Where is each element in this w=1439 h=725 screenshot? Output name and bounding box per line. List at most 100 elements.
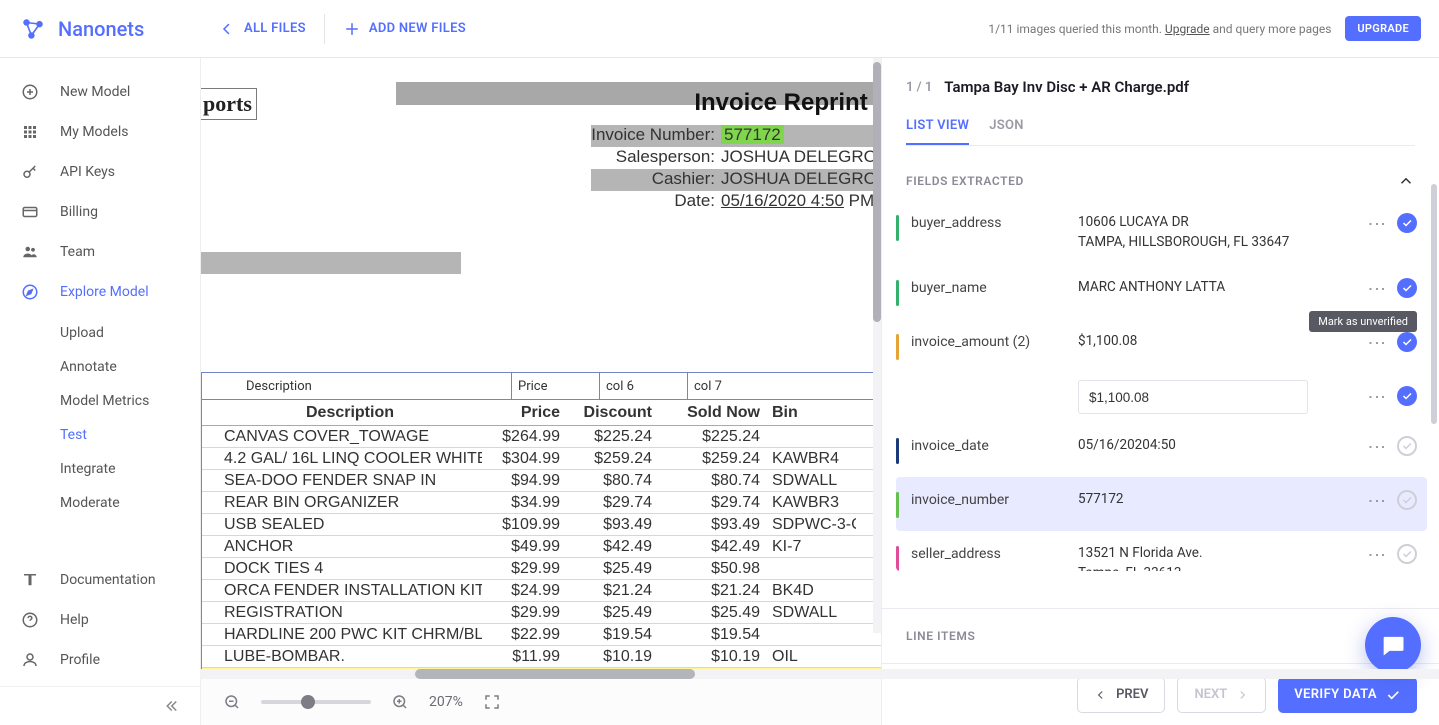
chat-widget-button[interactable] bbox=[1365, 617, 1421, 673]
sidebar-item-billing[interactable]: Billing bbox=[0, 192, 200, 232]
field-menu-button[interactable]: ⋮ bbox=[1369, 546, 1383, 563]
next-label: NEXT bbox=[1194, 687, 1227, 702]
field-invoice-amount-2[interactable]: ⋮ bbox=[896, 373, 1427, 423]
document-canvas[interactable]: ports Invoice Reprint Invoice Number:577… bbox=[201, 58, 881, 679]
scrollbar-thumb[interactable] bbox=[873, 62, 881, 322]
invoice-row: LUBE-BOMBAR.$11.99$10.19$10.19OIL bbox=[202, 646, 881, 668]
field-menu-button[interactable]: ⋮ bbox=[1369, 388, 1383, 405]
th-description: Description bbox=[202, 373, 512, 399]
field-menu-button[interactable]: ⋮ bbox=[1369, 280, 1383, 297]
brand[interactable]: Nanonets bbox=[0, 16, 200, 42]
upgrade-text-link[interactable]: Upgrade bbox=[1165, 22, 1210, 36]
line-items-header[interactable]: LINE ITEMS bbox=[882, 608, 1439, 663]
verify-toggle[interactable] bbox=[1397, 544, 1417, 564]
field-menu-button[interactable]: ⋮ bbox=[1369, 215, 1383, 232]
prev-button[interactable]: PREV bbox=[1077, 677, 1165, 713]
sidebar-sub-integrate[interactable]: Integrate bbox=[60, 452, 200, 486]
plus-circle-icon bbox=[20, 83, 40, 101]
verify-toggle[interactable] bbox=[1397, 332, 1417, 352]
field-buyer-address[interactable]: buyer_address 10606 LUCAYA DR TAMPA, HIL… bbox=[896, 200, 1427, 265]
sidebar-item-help[interactable]: Help bbox=[0, 600, 200, 640]
all-files-link[interactable]: ALL FILES bbox=[200, 10, 324, 48]
extraction-table-header: Description Price col 6 col 7 bbox=[201, 372, 881, 400]
sidebar-item-team[interactable]: Team bbox=[0, 232, 200, 272]
sidebar-item-my-models[interactable]: My Models bbox=[0, 112, 200, 152]
fields-extracted-header[interactable]: FIELDS EXTRACTED bbox=[882, 154, 1439, 200]
people-icon bbox=[20, 243, 40, 261]
verify-toggle[interactable] bbox=[1397, 386, 1417, 406]
next-button[interactable]: NEXT bbox=[1177, 677, 1266, 713]
zoom-in-button[interactable] bbox=[389, 691, 411, 713]
prev-label: PREV bbox=[1116, 687, 1148, 702]
invoice-body-header: Description Price Discount Sold Now Bin bbox=[202, 400, 881, 426]
top-right: 1/11 images queried this month. Upgrade … bbox=[988, 16, 1439, 41]
help-icon bbox=[20, 611, 40, 629]
field-menu-button[interactable]: ⋮ bbox=[1369, 492, 1383, 509]
sidebar-item-new-model[interactable]: New Model bbox=[0, 72, 200, 112]
fullscreen-button[interactable] bbox=[481, 691, 503, 713]
verify-toggle[interactable] bbox=[1397, 490, 1417, 510]
top-actions: ALL FILES ADD NEW FILES bbox=[200, 0, 484, 57]
zoom-slider-knob[interactable] bbox=[301, 695, 315, 709]
field-invoice-number[interactable]: invoice_number 577172 ⋮ bbox=[896, 477, 1427, 531]
verify-toggle[interactable] bbox=[1397, 213, 1417, 233]
section-title: FIELDS EXTRACTED bbox=[906, 174, 1024, 188]
field-invoice-amount[interactable]: invoice_amount (2) $1,100.08 ⋮ Mark as u… bbox=[896, 319, 1427, 373]
tab-list-view[interactable]: LIST VIEW bbox=[906, 118, 969, 145]
invoice-row: ANCHOR$49.99$42.49$42.49KI-7 bbox=[202, 536, 881, 558]
verify-data-button[interactable]: VERIFY DATA bbox=[1278, 677, 1417, 713]
tab-json[interactable]: JSON bbox=[989, 118, 1024, 145]
field-value-input[interactable] bbox=[1078, 380, 1308, 414]
doc-horizontal-scrollbar[interactable] bbox=[200, 669, 1439, 679]
sidebar-item-profile[interactable]: Profile bbox=[0, 640, 200, 680]
scrollbar-thumb[interactable] bbox=[415, 669, 695, 679]
invoice-row: USB SEALED$109.99$93.49$93.49SDPWC-3-C bbox=[202, 514, 881, 536]
sidebar-item-explore-model[interactable]: Explore Model bbox=[0, 272, 200, 312]
hdr-invoice-number: Invoice Number:577172 bbox=[201, 125, 881, 147]
sidebar-item-documentation[interactable]: Documentation bbox=[0, 560, 200, 600]
sidebar-sub-annotate[interactable]: Annotate bbox=[60, 350, 200, 384]
chevron-up-icon bbox=[1397, 172, 1415, 190]
color-bar bbox=[896, 334, 899, 360]
sidebar-sub-model-metrics[interactable]: Model Metrics bbox=[60, 384, 200, 418]
arrow-left-icon bbox=[1094, 688, 1108, 702]
invoice-row: ORCA FENDER INSTALLATION KIT$24.99$21.24… bbox=[202, 580, 881, 602]
sidebar-item-api-keys[interactable]: API Keys bbox=[0, 152, 200, 192]
field-menu-button[interactable]: ⋮ bbox=[1369, 334, 1383, 351]
all-files-label: ALL FILES bbox=[244, 21, 306, 36]
invoice-title: Invoice Reprint bbox=[641, 83, 881, 117]
field-seller-address[interactable]: seller_address 13521 N Florida Ave. Tamp… bbox=[896, 531, 1427, 571]
zoom-percent: 207% bbox=[429, 694, 463, 710]
add-new-files-button[interactable]: ADD NEW FILES bbox=[325, 10, 484, 48]
sidebar-item-label: Team bbox=[60, 244, 95, 260]
add-new-files-label: ADD NEW FILES bbox=[369, 21, 466, 36]
verify-toggle[interactable] bbox=[1397, 436, 1417, 456]
invoice-row: DOCK TIES 4$29.99$25.49$50.98 bbox=[202, 558, 881, 580]
book-icon bbox=[20, 571, 40, 589]
zoom-out-button[interactable] bbox=[221, 691, 243, 713]
document-viewer: ports Invoice Reprint Invoice Number:577… bbox=[200, 58, 881, 725]
field-value: 10606 LUCAYA DR TAMPA, HILLSBOROUGH, FL … bbox=[1078, 213, 1357, 252]
field-menu-button[interactable]: ⋮ bbox=[1369, 438, 1383, 455]
doc-vertical-scrollbar[interactable] bbox=[873, 58, 881, 633]
zoom-slider[interactable] bbox=[261, 700, 371, 704]
verify-toggle[interactable] bbox=[1397, 278, 1417, 298]
invoice-row: REAR BIN ORGANIZER$34.99$29.74$29.74KAWB… bbox=[202, 492, 881, 514]
invoice-row: REGISTRATION$29.99$25.49$25.49SDWALL bbox=[202, 602, 881, 624]
sidebar-sub-upload[interactable]: Upload bbox=[60, 316, 200, 350]
field-invoice-date[interactable]: invoice_date 05/16/20204:50 ⋮ bbox=[896, 423, 1427, 477]
scrollbar-thumb[interactable] bbox=[1431, 184, 1437, 424]
sidebar-sub-test[interactable]: Test bbox=[60, 418, 200, 452]
field-value: 13521 N Florida Ave. Tampa, FL 33613 bbox=[1078, 544, 1357, 571]
sidebar: New Model My Models API Keys Billing Tea… bbox=[0, 58, 200, 725]
sidebar-sub-moderate[interactable]: Moderate bbox=[60, 486, 200, 520]
upgrade-button[interactable]: UPGRADE bbox=[1345, 16, 1421, 41]
panel-scrollbar[interactable] bbox=[1431, 164, 1437, 608]
usage-text: 1/11 images queried this month. Upgrade … bbox=[988, 22, 1331, 36]
chat-bubble-icon bbox=[1379, 631, 1407, 659]
arrow-right-icon bbox=[1235, 688, 1249, 702]
brand-logo-icon bbox=[20, 16, 46, 42]
hdr-cashier: Cashier:JOSHUA DELEGRO bbox=[201, 169, 881, 191]
sidebar-collapse-button[interactable] bbox=[0, 686, 200, 725]
field-list: buyer_address 10606 LUCAYA DR TAMPA, HIL… bbox=[882, 200, 1439, 571]
